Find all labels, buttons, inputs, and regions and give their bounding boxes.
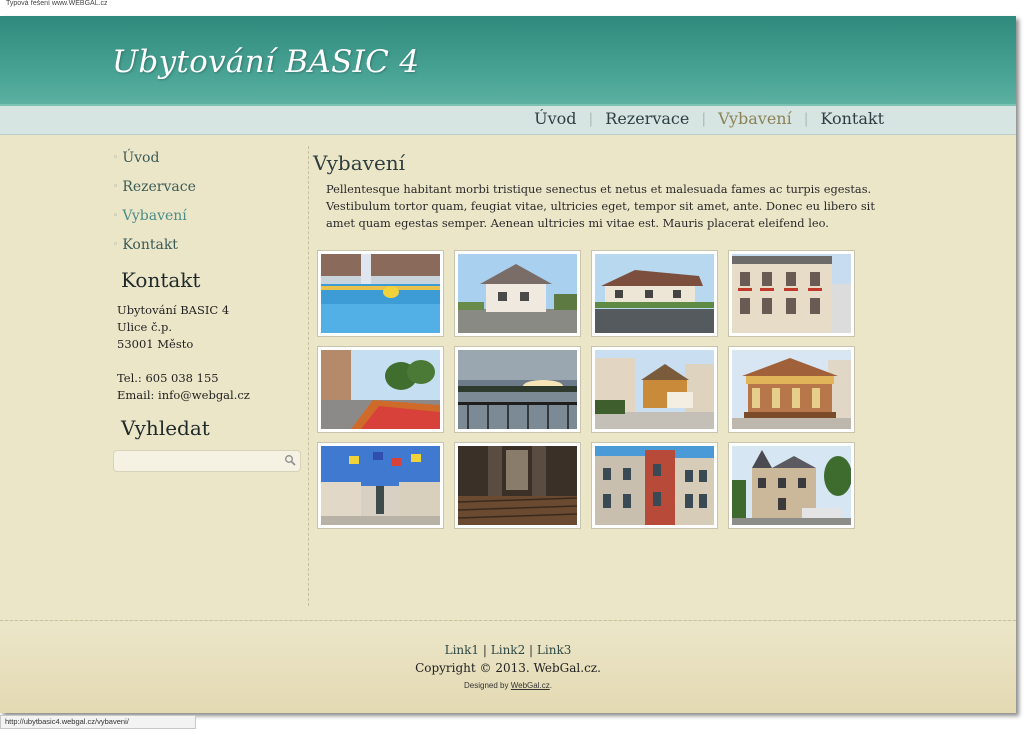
gallery-thumb-white-house[interactable] — [454, 250, 581, 337]
search-box — [113, 450, 301, 473]
bullet-icon: ◦ — [113, 240, 119, 250]
nav-item-rezervace[interactable]: Rezervace — [593, 109, 701, 128]
sidebar-item-label: Rezervace — [122, 179, 196, 195]
designed-by: Designed by WebGal.cz. — [0, 681, 1016, 690]
gallery-thumb-river-sunset[interactable] — [454, 346, 581, 433]
contact-gap — [117, 353, 303, 370]
footer-links: Link1 | Link2 | Link3 — [0, 643, 1016, 657]
contact-phone: Tel.: 605 038 155 — [117, 371, 219, 385]
photo-carousel-square — [595, 350, 714, 429]
gallery-thumb-brick-townhouses[interactable] — [591, 442, 718, 529]
photo-gallery — [317, 250, 877, 531]
photo-brick-townhouses — [595, 446, 714, 525]
photo-flags-square — [321, 446, 440, 525]
photo-flower-street — [321, 350, 440, 429]
contact-info: Ubytování BASIC 4 Ulice č.p. 53001 Město… — [117, 302, 303, 404]
contact-email: Email: info@webgal.cz — [117, 388, 250, 402]
nav-item-vybaveni[interactable]: Vybavení — [706, 109, 804, 128]
gallery-thumb-houses-street[interactable] — [591, 250, 718, 337]
gallery-thumb-carousel[interactable] — [728, 346, 855, 433]
photo-houses-street — [595, 254, 714, 333]
contact-street: Ulice č.p. — [117, 320, 173, 334]
sidebar-item-vybaveni[interactable]: ◦ Vybavení — [113, 206, 303, 235]
sidebar-item-label: Vybavení — [122, 208, 187, 224]
designed-by-prefix: Designed by — [464, 681, 509, 690]
photo-river-sunset — [458, 350, 577, 429]
top-nav: Úvod | Rezervace | Vybavení | Kontakt — [522, 109, 896, 128]
main-content: Vybavení Pellentesque habitant morbi tri… — [313, 151, 893, 232]
photo-church-interior — [458, 446, 577, 525]
photo-turret-house — [732, 446, 851, 525]
sidebar-item-label: Úvod — [122, 150, 160, 166]
footer-link-3[interactable]: Link3 — [537, 643, 571, 657]
designed-by-link[interactable]: WebGal.cz — [511, 681, 550, 690]
intro-paragraph: Pellentesque habitant morbi tristique se… — [326, 182, 875, 230]
contact-city: 53001 Město — [117, 337, 194, 351]
footer-link-1[interactable]: Link1 — [445, 643, 479, 657]
search-input[interactable] — [120, 452, 284, 473]
designed-by-suffix: . — [549, 681, 552, 690]
contact-heading: Kontakt — [121, 268, 201, 292]
page-title: Vybavení — [313, 151, 406, 175]
search-heading: Vyhledat — [121, 416, 210, 440]
gallery-thumb-flags-square[interactable] — [317, 442, 444, 529]
photo-swimming-pool — [321, 254, 440, 333]
sidebar-item-kontakt[interactable]: ◦ Kontakt — [113, 235, 303, 264]
bullet-icon: ◦ — [113, 182, 119, 192]
content-divider — [308, 146, 309, 606]
footer-separator: | — [529, 643, 534, 657]
photo-carousel — [732, 350, 851, 429]
search-icon[interactable] — [284, 454, 296, 466]
photo-townhouse — [732, 254, 851, 333]
bullet-icon: ◦ — [113, 153, 119, 163]
gallery-thumb-church-interior[interactable] — [454, 442, 581, 529]
footer-separator: | — [482, 643, 487, 657]
gallery-thumb-carousel-square[interactable] — [591, 346, 718, 433]
nav-item-kontakt[interactable]: Kontakt — [808, 109, 896, 128]
site-header: Ubytování BASIC 4 — [0, 16, 1016, 106]
sidebar-item-uvod[interactable]: ◦ Úvod — [113, 148, 303, 177]
gallery-thumb-flower-street[interactable] — [317, 346, 444, 433]
bullet-icon: ◦ — [113, 211, 119, 221]
gallery-thumb-turret-house[interactable] — [728, 442, 855, 529]
nav-item-uvod[interactable]: Úvod — [522, 109, 588, 128]
site-footer: Link1 | Link2 | Link3 Copyright © 2013. … — [0, 620, 1016, 713]
browser-status-bar: http://ubytbasic4.webgal.cz/vybaveni/ — [0, 715, 196, 729]
gallery-thumb-swimming-pool[interactable] — [317, 250, 444, 337]
top-nav-bar: Úvod | Rezervace | Vybavení | Kontakt — [0, 106, 1016, 135]
sidebar-item-rezervace[interactable]: ◦ Rezervace — [113, 177, 303, 206]
sidebar-menu: ◦ Úvod ◦ Rezervace ◦ Vybavení ◦ Kontakt — [113, 148, 303, 264]
sidebar-item-label: Kontakt — [122, 237, 178, 253]
footer-link-2[interactable]: Link2 — [491, 643, 525, 657]
photo-white-house — [458, 254, 577, 333]
top-banner-text: Typová řešení www.WEBGAL.cz — [6, 0, 108, 7]
sidebar: ◦ Úvod ◦ Rezervace ◦ Vybavení ◦ Kontakt Kont… — [113, 148, 303, 473]
gallery-thumb-townhouse[interactable] — [728, 250, 855, 337]
page-frame: Ubytování BASIC 4 Úvod | Rezervace | Vyb… — [0, 16, 1016, 713]
copyright-text: Copyright © 2013. WebGal.cz. — [415, 661, 601, 675]
site-title[interactable]: Ubytování BASIC 4 — [112, 44, 419, 80]
contact-name: Ubytování BASIC 4 — [117, 303, 230, 317]
